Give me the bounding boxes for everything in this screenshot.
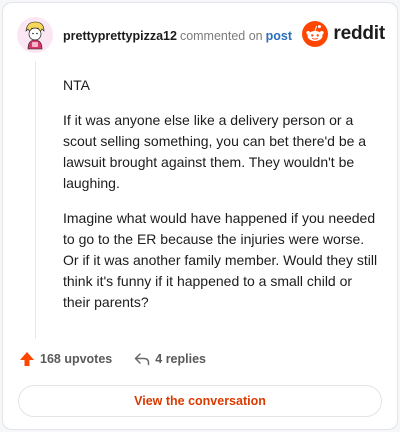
- reddit-brand[interactable]: reddit: [302, 21, 385, 47]
- view-conversation-button[interactable]: View the conversation: [18, 385, 382, 417]
- comment-header: prettyprettypizza12 commented on post: [63, 29, 292, 43]
- comment-body: NTA If it was anyone else like a deliver…: [63, 75, 381, 327]
- comment-paragraph: If it was anyone else like a delivery pe…: [63, 112, 367, 191]
- user-avatar[interactable]: [17, 17, 53, 53]
- replies-button[interactable]: 4 replies: [134, 352, 206, 366]
- reply-arrow-icon: [135, 353, 150, 366]
- post-link[interactable]: post: [266, 29, 292, 43]
- reply-count: 4 replies: [155, 352, 206, 366]
- reddit-wordmark: reddit: [333, 23, 385, 44]
- comment-card: prettyprettypizza12 commented on post redd…: [2, 2, 398, 430]
- upvote-button[interactable]: 168 upvotes: [19, 351, 112, 367]
- comment-paragraph: Imagine what would have happened if you …: [63, 210, 378, 310]
- comment-actions: 168 upvotes 4 replies: [19, 351, 206, 367]
- upvote-count: 168 upvotes: [40, 352, 113, 366]
- reddit-snoo-icon: [302, 21, 329, 47]
- upvote-arrow-icon: [20, 352, 34, 366]
- thread-line: [35, 61, 36, 339]
- username[interactable]: prettyprettypizza12: [63, 29, 177, 43]
- commented-on-text: commented on: [179, 29, 263, 43]
- comment-paragraph: NTA: [63, 77, 90, 93]
- avatar-illustration: [17, 17, 53, 53]
